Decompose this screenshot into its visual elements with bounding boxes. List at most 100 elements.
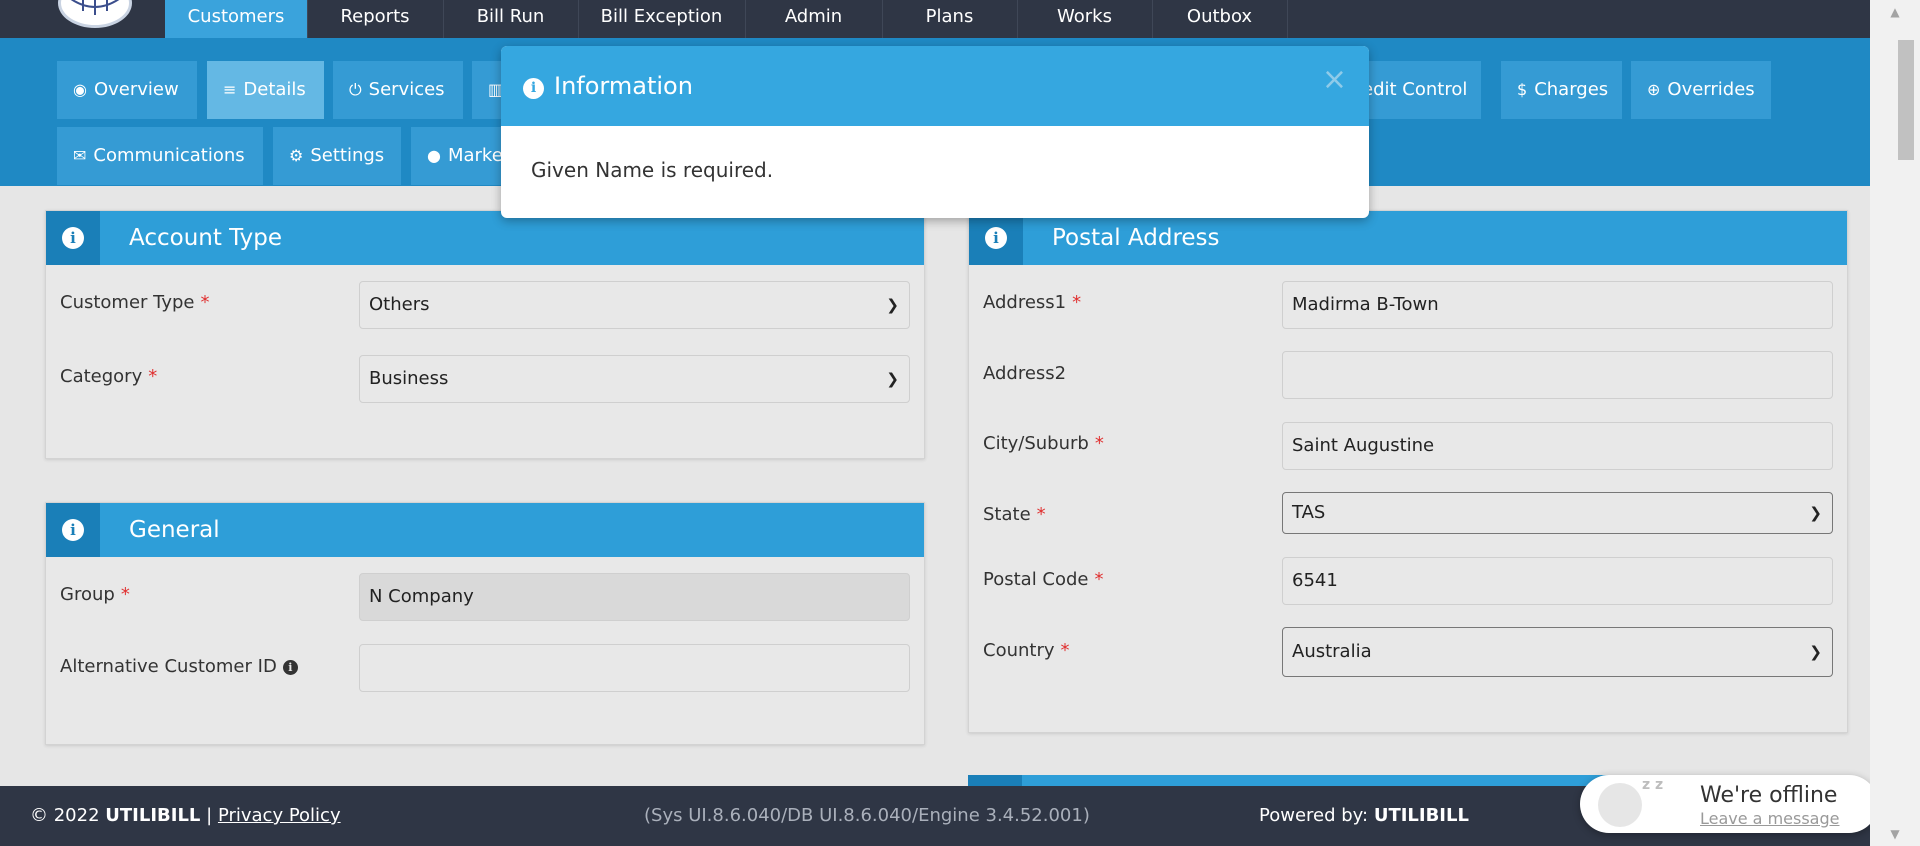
tab-services-label: Services	[368, 79, 445, 100]
footer-version: (Sys UI.8.6.040/DB UI.8.6.040/Engine 3.4…	[644, 805, 1090, 826]
tab-services[interactable]: ⏻ Services	[333, 61, 463, 119]
customer-type-select[interactable]: Others ❯	[359, 281, 910, 329]
required-asterisk: *	[1094, 433, 1104, 454]
close-icon[interactable]: ×	[1322, 62, 1347, 98]
privacy-policy-link[interactable]: Privacy Policy	[218, 805, 341, 826]
scrollbar-thumb[interactable]	[1898, 40, 1914, 160]
chevron-down-icon: ❯	[1809, 643, 1822, 661]
city-input[interactable]: Saint Augustine	[1282, 422, 1833, 470]
customer-type-label: Customer Type *	[60, 292, 210, 313]
company-logo[interactable]	[58, 0, 132, 28]
tab-communications-label: Communications	[93, 145, 245, 166]
globe-icon: ●	[427, 146, 441, 165]
chevron-down-icon: ❯	[886, 370, 899, 388]
modal-title: i Information	[523, 46, 693, 126]
chat-widget[interactable]: z z We're offline Leave a message	[1580, 775, 1878, 833]
information-modal: i Information × Given Name is required.	[501, 46, 1369, 218]
chevron-down-icon: ❯	[1809, 504, 1822, 522]
info-icon: i	[46, 503, 100, 557]
postal-address-panel: i Postal Address Address1 * Madirma B-Tow…	[968, 210, 1848, 733]
tab-overview-label: Overview	[93, 79, 179, 100]
address1-input[interactable]: Madirma B-Town	[1282, 281, 1833, 329]
footer-brand: UTILIBILL	[105, 805, 201, 826]
state-select[interactable]: TAS ❯	[1282, 492, 1833, 534]
footer-powered-by: Powered by: UTILIBILL	[1259, 805, 1469, 826]
alternative-customer-id-label: Alternative Customer ID i	[60, 656, 298, 677]
required-asterisk: *	[120, 584, 130, 605]
account-type-header: i Account Type	[46, 211, 924, 265]
account-type-title: Account Type	[129, 225, 283, 251]
category-select[interactable]: Business ❯	[359, 355, 910, 403]
page-scrollbar[interactable]: ▲ ▼	[1870, 0, 1920, 846]
postal-code-label: Postal Code *	[983, 569, 1104, 590]
footer-powered-brand: UTILIBILL	[1373, 805, 1469, 826]
scroll-up-arrow-icon[interactable]: ▲	[1870, 0, 1920, 24]
postal-code-input[interactable]: 6541	[1282, 557, 1833, 605]
footer-copyright: © 2022 UTILIBILL | Privacy Policy	[30, 805, 341, 826]
alternative-customer-id-input[interactable]	[359, 644, 910, 692]
info-icon: i	[523, 78, 544, 99]
eye-icon: ◉	[73, 80, 87, 99]
required-asterisk: *	[1036, 504, 1046, 525]
tab-details-label: Details	[243, 79, 306, 100]
address2-input[interactable]	[1282, 351, 1833, 399]
nav-outbox[interactable]: Outbox	[1152, 0, 1288, 38]
group-field: N Company	[359, 573, 910, 621]
address1-label: Address1 *	[983, 292, 1082, 313]
nav-bill-exception[interactable]: Bill Exception	[578, 0, 746, 38]
info-circle-icon[interactable]: i	[282, 660, 298, 675]
leave-message-link[interactable]: Leave a message	[1700, 809, 1839, 828]
required-asterisk: *	[1060, 640, 1070, 661]
general-header: i General	[46, 503, 924, 557]
tab-details[interactable]: ≡ Details	[207, 61, 324, 119]
power-icon: ⏻	[349, 80, 362, 99]
arrow-circle-icon: ⊕	[1647, 80, 1661, 99]
tab-overrides[interactable]: ⊕ Overrides	[1631, 61, 1771, 119]
modal-header: i Information ×	[501, 46, 1369, 126]
address2-label: Address2	[983, 363, 1067, 384]
general-title: General	[129, 517, 220, 543]
list-icon: ≡	[223, 80, 237, 99]
required-asterisk: *	[148, 366, 158, 387]
envelope-icon: ✉	[73, 146, 87, 165]
tab-settings-label: Settings	[310, 145, 385, 166]
modal-message: Given Name is required.	[531, 158, 774, 182]
nav-works[interactable]: Works	[1017, 0, 1153, 38]
country-select[interactable]: Australia ❯	[1282, 627, 1833, 677]
tab-charges-label: Charges	[1534, 79, 1609, 100]
state-label: State *	[983, 504, 1046, 525]
tab-marketing-label: Marke	[447, 145, 503, 166]
scroll-down-arrow-icon[interactable]: ▼	[1870, 822, 1920, 846]
dollar-icon: $	[1517, 80, 1528, 99]
postal-address-title: Postal Address	[1052, 225, 1220, 251]
tab-communications[interactable]: ✉ Communications	[57, 127, 263, 185]
postal-address-header: i Postal Address	[969, 211, 1847, 265]
info-icon: i	[46, 211, 100, 265]
chevron-down-icon: ❯	[886, 296, 899, 314]
country-label: Country *	[983, 640, 1070, 661]
next-panel-icon-block	[968, 775, 1022, 786]
group-label: Group *	[60, 584, 130, 605]
tab-credit-control-label: edit Control	[1362, 79, 1468, 100]
sleeping-avatar-icon	[1598, 783, 1642, 827]
tab-overrides-label: Overrides	[1667, 79, 1755, 100]
tab-marketing[interactable]: ● Marke	[411, 127, 511, 185]
nav-admin[interactable]: Admin	[745, 0, 883, 38]
city-label: City/Suburb *	[983, 433, 1104, 454]
required-asterisk: *	[200, 292, 210, 313]
chat-status: We're offline	[1700, 783, 1838, 808]
nav-reports[interactable]: Reports	[307, 0, 444, 38]
tab-charges[interactable]: $ Charges	[1501, 61, 1622, 119]
gear-icon: ⚙	[289, 146, 304, 165]
tab-overview[interactable]: ◉ Overview	[57, 61, 197, 119]
info-icon: i	[969, 211, 1023, 265]
nav-plans[interactable]: Plans	[882, 0, 1018, 38]
nav-customers[interactable]: Customers	[165, 0, 308, 38]
required-asterisk: *	[1072, 292, 1082, 313]
nav-bill-run[interactable]: Bill Run	[443, 0, 579, 38]
general-panel: i General Group * N Company Alternative C…	[45, 502, 925, 745]
category-label: Category *	[60, 366, 158, 387]
account-type-panel: i Account Type Customer Type * Others ❯ Ca…	[45, 210, 925, 459]
top-navigation: Customers Reports Bill Run Bill Exceptio…	[0, 0, 1870, 38]
tab-settings[interactable]: ⚙ Settings	[273, 127, 401, 185]
